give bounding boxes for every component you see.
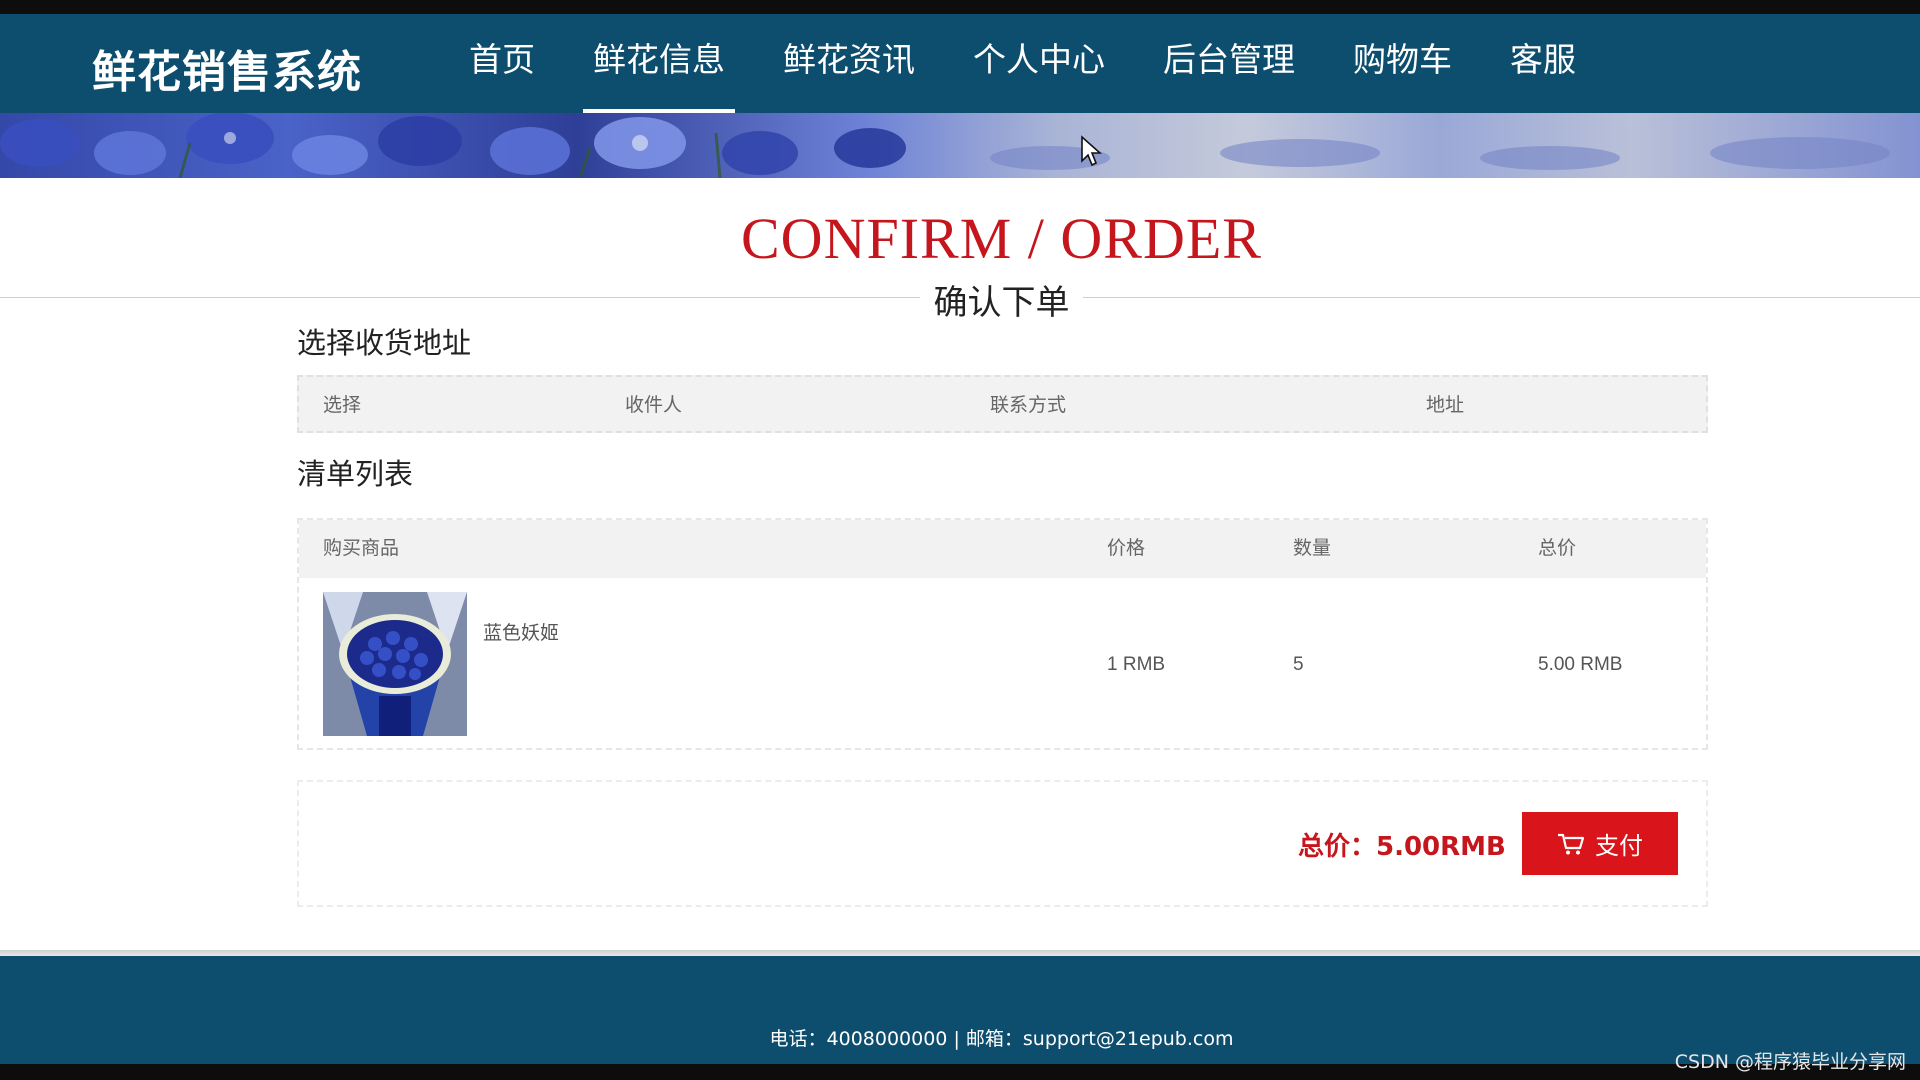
- csdn-watermark: CSDN @程序猿毕业分享网: [1674, 1051, 1906, 1073]
- nav-item-home[interactable]: 首页: [440, 14, 564, 113]
- address-section-title: 选择收货地址: [297, 326, 472, 360]
- order-total: 总价：5.00RMB: [1298, 832, 1506, 862]
- order-table: 购买商品 价格 数量 总价 蓝色妖姬 1 RMB 5 5.00 RMB: [297, 518, 1708, 750]
- flower-banner: [0, 113, 1920, 178]
- address-col-contact: 联系方式: [990, 394, 1067, 416]
- product-name[interactable]: 蓝色妖姬: [483, 618, 559, 645]
- page-title-en: CONFIRM / ORDER: [741, 206, 1262, 271]
- top-dark-strip: [0, 0, 1920, 14]
- nav-item-service[interactable]: 客服: [1481, 14, 1605, 113]
- order-col-price: 价格: [1107, 537, 1146, 559]
- product-total: 5.00 RMB: [1538, 654, 1623, 675]
- footer-contact: 电话：4008000000 | 邮箱：support@21epub.com: [769, 1028, 1234, 1050]
- nav-item-cart[interactable]: 购物车: [1324, 14, 1481, 113]
- order-col-product: 购买商品: [323, 537, 400, 559]
- product-price: 1 RMB: [1107, 654, 1166, 675]
- address-col-recipient: 收件人: [625, 394, 683, 416]
- order-col-total: 总价: [1538, 537, 1577, 559]
- nav-item-flower-info[interactable]: 鲜花信息: [564, 14, 754, 113]
- bottom-dark-strip: [0, 1064, 1920, 1080]
- pay-button-label: 支付: [1595, 832, 1643, 860]
- address-col-address: 地址: [1426, 394, 1465, 416]
- page-title-cn: 确认下单: [920, 275, 1083, 324]
- navbar: 鲜花销售系统 首页 鲜花信息 鲜花资讯 个人中心 后台管理 购物车 客服: [0, 14, 1920, 113]
- order-col-quantity: 数量: [1293, 537, 1332, 559]
- main-nav: 首页 鲜花信息 鲜花资讯 个人中心 后台管理 购物车 客服: [440, 14, 1605, 113]
- brand-logo-text[interactable]: 鲜花销售系统: [92, 36, 362, 100]
- cart-icon: [1558, 833, 1585, 854]
- address-col-select: 选择: [323, 394, 362, 416]
- nav-item-flower-news[interactable]: 鲜花资讯: [754, 14, 944, 113]
- address-table: 选择 收件人 联系方式 地址: [297, 375, 1708, 433]
- product-quantity: 5: [1293, 654, 1304, 675]
- banner-flowers-graphic: [0, 113, 1890, 178]
- order-table-header: 购买商品 价格 数量 总价: [299, 520, 1706, 578]
- product-image[interactable]: [323, 592, 467, 736]
- nav-item-personal-center[interactable]: 个人中心: [944, 14, 1134, 113]
- pay-button[interactable]: 支付: [1522, 812, 1678, 875]
- mouse-cursor-icon: [1081, 135, 1102, 167]
- order-section-title: 清单列表: [297, 457, 414, 491]
- nav-item-admin[interactable]: 后台管理: [1134, 14, 1324, 113]
